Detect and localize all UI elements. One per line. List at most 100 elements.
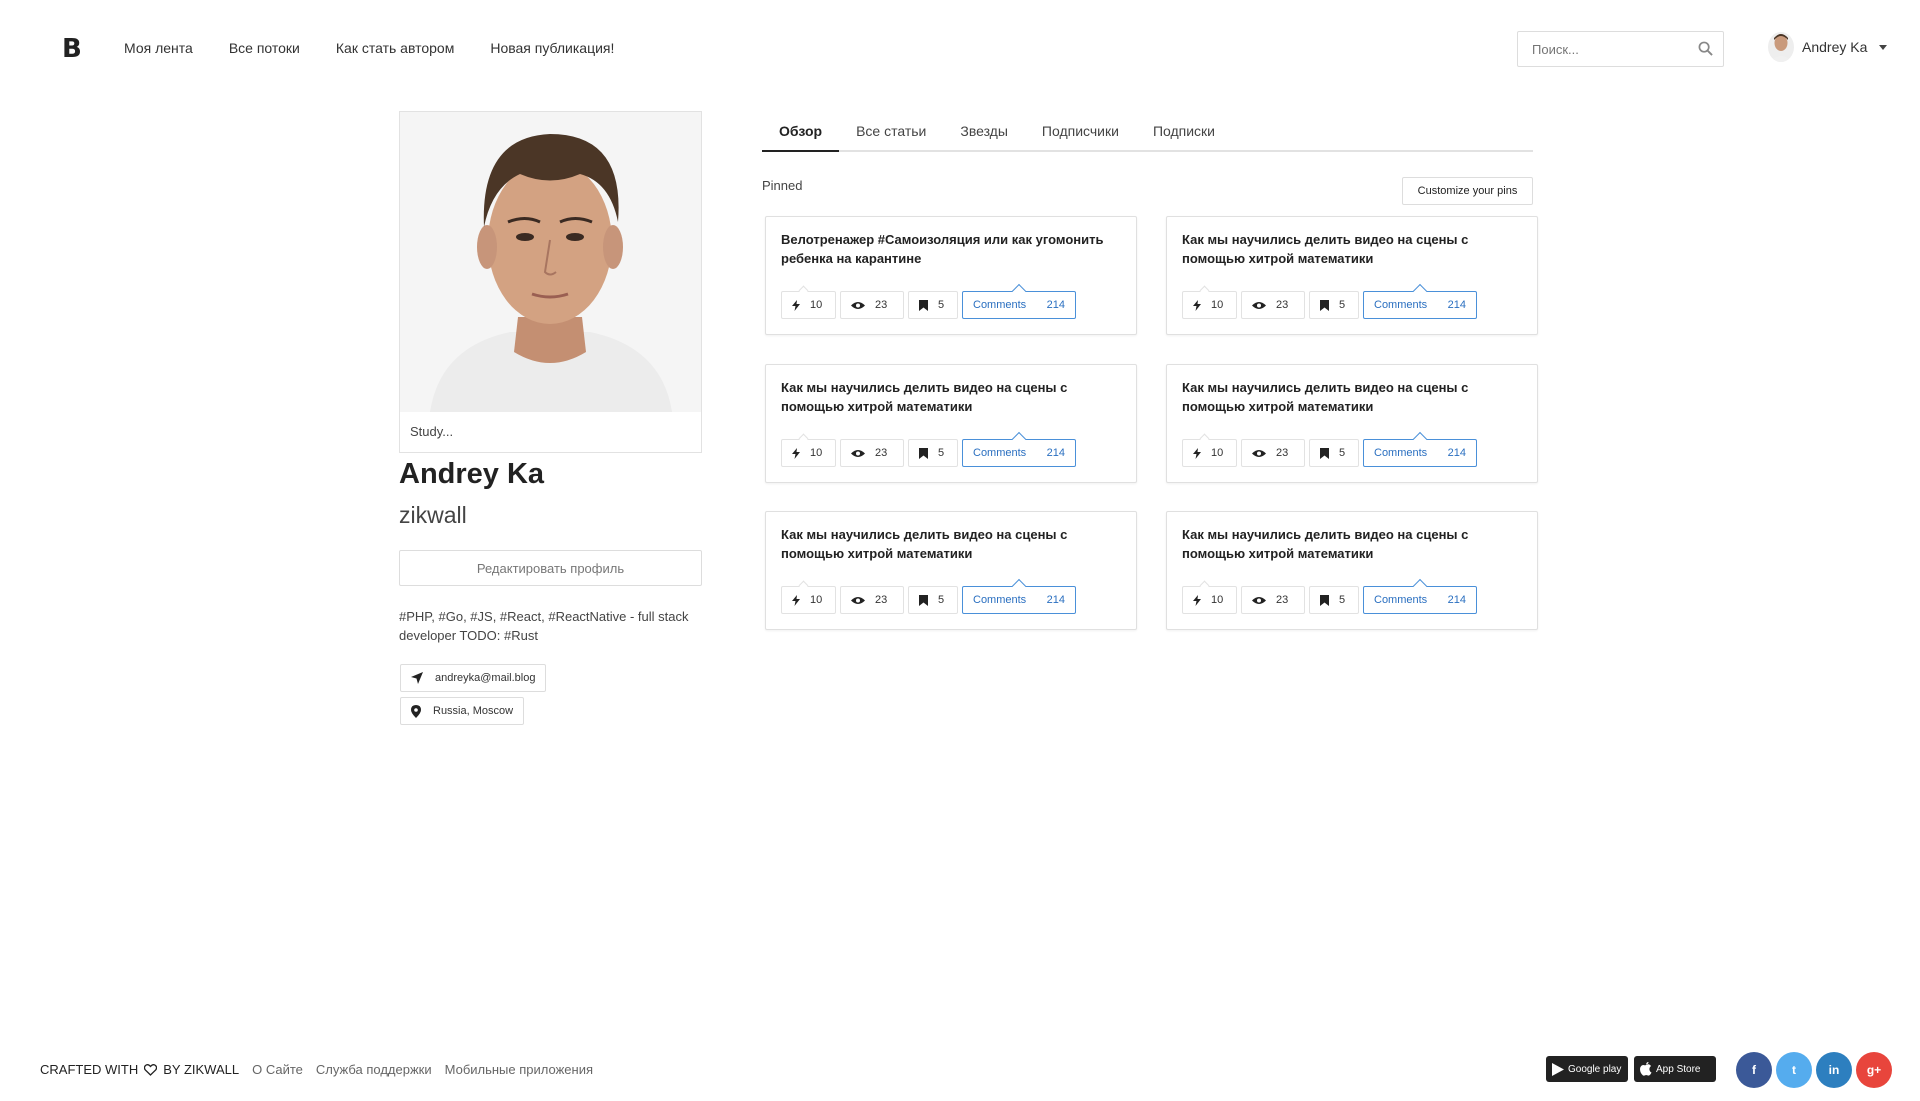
bookmarks-stat[interactable]: 5 (1309, 439, 1359, 467)
eye-icon (851, 301, 865, 309)
google-play-badge[interactable]: Google play (1546, 1056, 1628, 1082)
comments-button[interactable]: Comments 214 (1363, 291, 1477, 319)
comments-button[interactable]: Comments 214 (962, 586, 1076, 614)
card-title[interactable]: Велотренажер #Самоизоляция или как угомо… (781, 230, 1111, 268)
rating-stat[interactable]: 10 (781, 285, 836, 319)
bookmarks-value: 5 (1339, 299, 1346, 311)
bookmark-icon (919, 594, 928, 606)
search-input[interactable] (1518, 32, 1688, 66)
footer-link-support[interactable]: Служба поддержки (316, 1062, 432, 1077)
bookmarks-value: 5 (938, 594, 945, 606)
top-header: B Моя лента Все потоки Как стать автором… (0, 0, 1920, 100)
views-stat[interactable]: 23 (840, 291, 904, 319)
comments-label: Comments (1374, 594, 1428, 606)
user-menu[interactable]: Andrey Ka (1768, 32, 1888, 62)
site-logo[interactable]: B (62, 34, 82, 64)
search-icon[interactable] (1698, 41, 1713, 61)
views-stat[interactable]: 23 (840, 439, 904, 467)
nav-become-author[interactable]: Как стать автором (336, 40, 454, 56)
views-stat[interactable]: 23 (840, 586, 904, 614)
linkedin-icon[interactable]: in (1816, 1052, 1852, 1088)
edit-profile-button[interactable]: Редактировать профиль (399, 550, 702, 586)
comments-button[interactable]: Comments 214 (962, 291, 1076, 319)
pinned-card[interactable]: Как мы научились делить видео на сцены с… (765, 364, 1137, 483)
footer-link-mobile-apps[interactable]: Мобильные приложения (445, 1062, 593, 1077)
comments-button[interactable]: Comments 214 (1363, 439, 1477, 467)
comments-button[interactable]: Comments 214 (1363, 586, 1477, 614)
pinned-card[interactable]: Как мы научились делить видео на сцены с… (1166, 364, 1538, 483)
tab-all-articles[interactable]: Все статьи (839, 120, 943, 152)
card-title[interactable]: Как мы научились делить видео на сцены с… (781, 525, 1111, 563)
card-stats: 10 23 5 Comments 214 (1182, 580, 1477, 614)
bolt-icon (792, 447, 800, 459)
pinned-card[interactable]: Как мы научились делить видео на сцены с… (1166, 216, 1538, 335)
tab-stars[interactable]: Звезды (943, 120, 1025, 152)
card-title[interactable]: Как мы научились делить видео на сцены с… (781, 378, 1111, 416)
rating-value: 10 (810, 594, 823, 606)
main-nav: Моя лента Все потоки Как стать автором Н… (124, 40, 650, 56)
google-plus-icon[interactable]: g+ (1856, 1052, 1892, 1088)
rating-stat[interactable]: 10 (1182, 285, 1237, 319)
bolt-icon (792, 299, 800, 311)
bookmarks-value: 5 (1339, 447, 1346, 459)
comments-count: 214 (1447, 447, 1466, 459)
crafted-prefix: CRAFTED WITH (40, 1062, 139, 1077)
profile-bio: #PHP, #Go, #JS, #React, #ReactNative - f… (399, 609, 689, 643)
pinned-card[interactable]: Как мы научились делить видео на сцены с… (1166, 511, 1538, 630)
nav-new-publication[interactable]: Новая публикация! (490, 40, 614, 56)
chevron-down-icon (1879, 44, 1888, 50)
bookmarks-stat[interactable]: 5 (908, 291, 958, 319)
app-store-badge[interactable]: App Store (1634, 1056, 1716, 1082)
eye-icon (851, 449, 865, 457)
comments-count: 214 (1447, 299, 1466, 311)
bookmarks-stat[interactable]: 5 (1309, 291, 1359, 319)
customize-pins-button[interactable]: Customize your pins (1402, 177, 1533, 205)
footer-link-about[interactable]: О Сайте (252, 1062, 303, 1077)
rating-value: 10 (1211, 594, 1224, 606)
views-stat[interactable]: 23 (1241, 586, 1305, 614)
pinned-card[interactable]: Велотренажер #Самоизоляция или как угомо… (765, 216, 1137, 335)
bookmarks-stat[interactable]: 5 (908, 586, 958, 614)
rating-stat[interactable]: 10 (781, 433, 836, 467)
comments-button[interactable]: Comments 214 (962, 439, 1076, 467)
card-title[interactable]: Как мы научились делить видео на сцены с… (1182, 378, 1512, 416)
pinned-card[interactable]: Как мы научились делить видео на сцены с… (765, 511, 1137, 630)
eye-icon (851, 596, 865, 604)
rating-stat[interactable]: 10 (781, 580, 836, 614)
facebook-icon[interactable]: f (1736, 1052, 1772, 1088)
nav-all-streams[interactable]: Все потоки (229, 40, 300, 56)
card-title[interactable]: Как мы научились делить видео на сцены с… (1182, 525, 1512, 563)
views-stat[interactable]: 23 (1241, 291, 1305, 319)
heart-icon (144, 1063, 158, 1076)
footer-links: CRAFTED WITH BY ZIKWALL О Сайте Служба п… (40, 1062, 593, 1077)
comments-label: Comments (1374, 447, 1428, 459)
card-stats: 10 23 5 Comments 214 (1182, 285, 1477, 319)
views-value: 23 (875, 299, 888, 311)
rating-stat[interactable]: 10 (1182, 580, 1237, 614)
card-title[interactable]: Как мы научились делить видео на сцены с… (1182, 230, 1512, 268)
rating-stat[interactable]: 10 (1182, 433, 1237, 467)
crafted-suffix: BY ZIKWALL (163, 1062, 240, 1077)
tab-overview[interactable]: Обзор (762, 120, 840, 152)
profile-name: Andrey Ka (399, 458, 545, 490)
profile-photo (400, 112, 701, 412)
send-icon (411, 672, 423, 684)
email-text: andreyka@mail.blog (435, 672, 536, 684)
comments-label: Comments (1374, 299, 1428, 311)
email-tag[interactable]: andreyka@mail.blog (400, 664, 547, 692)
twitter-icon[interactable]: t (1776, 1052, 1812, 1088)
profile-tabs: Обзор Все статьи Звезды Подписчики Подпи… (762, 120, 1533, 152)
google-play-label: Google play (1568, 1063, 1622, 1075)
nav-my-feed[interactable]: Моя лента (124, 40, 193, 56)
facebook-glyph: f (1752, 1063, 1756, 1077)
card-stats: 10 23 5 Comments 214 (781, 433, 1076, 467)
bookmarks-stat[interactable]: 5 (908, 439, 958, 467)
search-box (1517, 31, 1724, 67)
twitter-glyph: t (1792, 1063, 1796, 1077)
views-stat[interactable]: 23 (1241, 439, 1305, 467)
tab-followers[interactable]: Подписчики (1025, 120, 1136, 152)
bookmarks-stat[interactable]: 5 (1309, 586, 1359, 614)
bookmark-icon (1320, 594, 1329, 606)
tab-following[interactable]: Подписки (1136, 120, 1232, 152)
pinned-label: Pinned (762, 178, 803, 193)
